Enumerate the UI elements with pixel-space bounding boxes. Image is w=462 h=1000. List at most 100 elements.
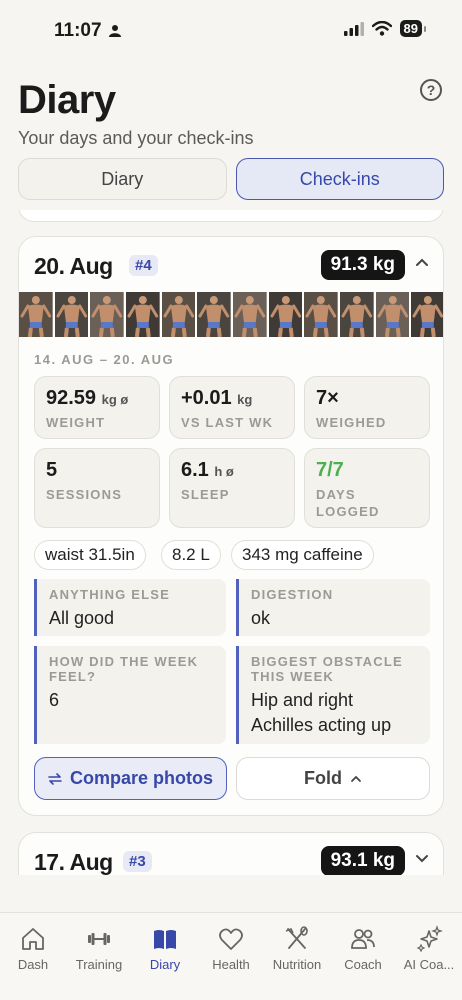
home-icon bbox=[22, 928, 44, 950]
tab-dash[interactable]: Dash bbox=[0, 913, 66, 1000]
checkin-date-range: 14. AUG – 20. AUG bbox=[34, 352, 175, 367]
sparkles-icon bbox=[416, 925, 443, 953]
note-biggest-obstacle: BIGGEST OBSTACLE THIS WEEK Hip and right… bbox=[236, 646, 430, 744]
previous-card-edge bbox=[18, 210, 444, 222]
note-obstacle-label: BIGGEST OBSTACLE THIS WEEK bbox=[251, 654, 403, 684]
note-anything-else-label: ANYTHING ELSE bbox=[49, 587, 171, 602]
chevron-up-icon[interactable] bbox=[415, 257, 429, 267]
progress-photo-thumbnail[interactable] bbox=[161, 292, 196, 337]
tab-health[interactable]: Health bbox=[198, 913, 264, 1000]
wifi-icon bbox=[371, 21, 392, 36]
chevron-down-icon[interactable] bbox=[415, 853, 429, 863]
fold-button[interactable]: Fold bbox=[236, 757, 430, 800]
dumbbell-icon bbox=[88, 933, 110, 945]
progress-photo-thumbnail[interactable] bbox=[90, 292, 125, 337]
stat-days-logged-label: DAYS LOGGED bbox=[316, 486, 380, 520]
tab-training-label: Training bbox=[75, 957, 123, 972]
stat-sleep-unit: h ø bbox=[214, 464, 234, 479]
progress-photo-thumbnail[interactable] bbox=[197, 292, 232, 337]
progress-photo-thumbnail[interactable] bbox=[411, 292, 443, 337]
chevron-up-icon bbox=[351, 775, 361, 782]
next-checkin-date: 17. Aug bbox=[34, 849, 113, 875]
compare-photos-label: Compare photos bbox=[69, 768, 213, 788]
progress-photo-thumbnail[interactable] bbox=[304, 292, 339, 337]
tab-training[interactable]: Training bbox=[66, 913, 132, 1000]
tab-nutrition[interactable]: Nutrition bbox=[264, 913, 330, 1000]
stat-weighed: 7× WEIGHED bbox=[304, 376, 430, 439]
tab-coach[interactable]: Coach bbox=[330, 913, 396, 1000]
checkin-card-collapsed[interactable]: 17. Aug #3 93.1 kg bbox=[18, 832, 444, 875]
tab-dash-label: Dash bbox=[17, 957, 49, 972]
next-checkin-weight-badge: 93.1 kg bbox=[320, 846, 405, 875]
stat-weighed-label: WEIGHED bbox=[316, 415, 387, 430]
segment-check-ins[interactable]: Check-ins bbox=[235, 158, 444, 200]
tab-diary[interactable]: Diary bbox=[132, 913, 198, 1000]
fold-label: Fold bbox=[304, 768, 342, 788]
note-anything-else: ANYTHING ELSE All good bbox=[34, 579, 226, 636]
status-time: 11:07 bbox=[54, 20, 122, 42]
stat-sleep: 6.1 h ø SLEEP bbox=[169, 448, 295, 528]
progress-photo-thumbnail[interactable] bbox=[233, 292, 267, 337]
chip-caffeine: 343 mg caffeine bbox=[231, 540, 374, 570]
tab-nutrition-label: Nutrition bbox=[272, 957, 322, 972]
chip-water: 8.2 L bbox=[161, 540, 221, 570]
stat-days-logged: 7/7 DAYS LOGGED bbox=[304, 448, 430, 528]
checkin-card: 20. Aug #4 91.3 kg 14. AUG – 20. AUG 92.… bbox=[18, 236, 444, 816]
progress-photo-thumbnail[interactable] bbox=[126, 292, 160, 337]
question-circle-icon[interactable]: ? bbox=[420, 79, 442, 101]
people-icon bbox=[351, 929, 375, 949]
stat-days-logged-label-line1: DAYS bbox=[316, 487, 356, 502]
tab-health-label: Health bbox=[212, 957, 250, 972]
stat-weight-unit: kg ø bbox=[101, 392, 129, 407]
note-anything-else-value: All good bbox=[49, 608, 115, 628]
stat-weight: 92.59 kg ø WEIGHT bbox=[34, 376, 160, 439]
status-indicators: 89 bbox=[343, 20, 427, 37]
progress-photo-thumbnail[interactable] bbox=[375, 292, 410, 337]
stat-weight-value: 92.59 bbox=[46, 387, 97, 409]
progress-photo-thumbnail[interactable] bbox=[268, 292, 303, 337]
note-digestion-label: DIGESTION bbox=[251, 587, 334, 602]
utensils-icon bbox=[285, 926, 308, 949]
stat-days-logged-value: 7/7 bbox=[316, 459, 344, 481]
note-digestion-value: ok bbox=[251, 608, 271, 628]
book-icon bbox=[154, 930, 176, 949]
stat-vs-last-value: +0.01 bbox=[181, 387, 232, 409]
note-week-feel-label-line2: FEEL? bbox=[49, 669, 97, 684]
stat-weighed-value: 7× bbox=[316, 387, 339, 409]
checkin-weight-badge: 91.3 kg bbox=[320, 250, 405, 280]
stat-vs-last-week: +0.01 kg VS LAST WK bbox=[169, 376, 295, 439]
tab-ai-coach[interactable]: AI Coa... bbox=[396, 913, 462, 1000]
checkin-date: 20. Aug bbox=[34, 253, 113, 279]
stat-days-logged-label-line2: LOGGED bbox=[316, 504, 380, 519]
segment-diary[interactable]: Diary bbox=[18, 158, 227, 200]
stat-weight-label: WEIGHT bbox=[46, 415, 106, 430]
note-obstacle-value-line1: Hip and right bbox=[251, 690, 354, 710]
stat-sessions-label: SESSIONS bbox=[46, 487, 123, 502]
tab-diary-label: Diary bbox=[149, 957, 181, 972]
page-subtitle: Your days and your check-ins bbox=[18, 128, 254, 148]
checkin-card-header[interactable]: 20. Aug #4 91.3 kg bbox=[19, 237, 443, 293]
note-week-feel-label-line1: HOW DID THE WEEK bbox=[49, 654, 199, 669]
stat-sessions: 5 SESSIONS bbox=[34, 448, 160, 528]
page-title: Diary bbox=[18, 78, 116, 122]
note-week-feel: HOW DID THE WEEK FEEL? 6 bbox=[34, 646, 226, 744]
status-bar: 11:07 89 bbox=[0, 0, 462, 56]
stat-vs-last-unit: kg bbox=[237, 392, 253, 407]
progress-photo-thumbnail[interactable] bbox=[340, 292, 374, 337]
stat-sleep-value: 6.1 bbox=[181, 459, 209, 481]
note-week-feel-value: 6 bbox=[49, 690, 60, 710]
note-digestion: DIGESTION ok bbox=[236, 579, 430, 636]
person-icon bbox=[108, 25, 121, 37]
checkin-number-badge: #4 bbox=[129, 255, 158, 276]
progress-photo-thumbnail[interactable] bbox=[54, 292, 89, 337]
battery-indicator: 89 bbox=[399, 20, 427, 37]
stat-vs-last-label: VS LAST WK bbox=[181, 415, 274, 430]
checkin-list[interactable]: 20. Aug #4 91.3 kg 14. AUG – 20. AUG 92.… bbox=[0, 210, 462, 875]
progress-photo-strip[interactable] bbox=[19, 292, 443, 337]
progress-photo-thumbnail[interactable] bbox=[19, 292, 53, 337]
compare-photos-button[interactable]: Compare photos bbox=[34, 757, 227, 800]
signal-icon bbox=[343, 21, 364, 36]
stat-sessions-value: 5 bbox=[46, 459, 58, 481]
chip-waist: waist 31.5in bbox=[34, 540, 146, 570]
note-obstacle-value-line2: Achilles acting up bbox=[251, 715, 392, 735]
